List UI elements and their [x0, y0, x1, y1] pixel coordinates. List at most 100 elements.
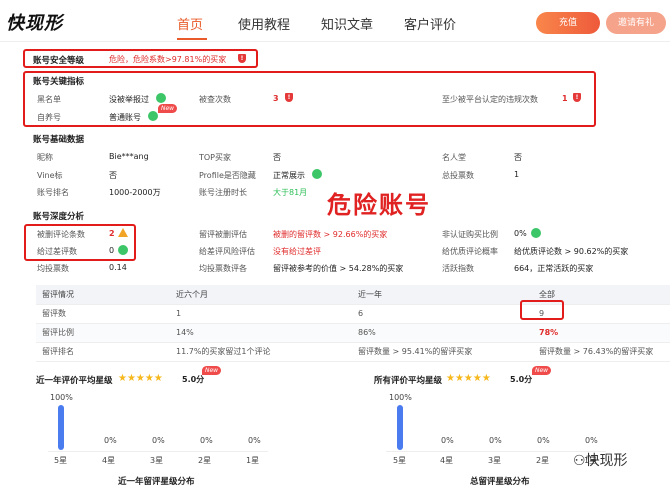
- nickname-label: 昵称: [37, 153, 53, 162]
- registration-label: 账号注册时长: [199, 188, 247, 197]
- bar-pct: 0%: [152, 436, 165, 445]
- table-cell: 78%: [533, 323, 670, 343]
- bar-label: 3星: [488, 456, 502, 465]
- vine-label: Vine标: [37, 171, 63, 180]
- warning-icon: [118, 228, 128, 237]
- profile-hidden-value: 正常展示: [273, 171, 305, 180]
- bar-pct: 0%: [489, 436, 502, 445]
- wechat-icon: ⚇: [573, 453, 586, 469]
- bar-pct: 0%: [104, 436, 117, 445]
- top-buyer-value: 否: [273, 153, 281, 162]
- logo[interactable]: 快现形: [6, 9, 63, 35]
- ok-icon: [156, 93, 166, 103]
- bar-label: 1星: [246, 456, 260, 465]
- table-cell: 1: [170, 304, 352, 324]
- self-raised-value: 普通账号: [109, 113, 141, 122]
- table-cell: 14%: [170, 323, 352, 343]
- table-row: 留评数 1 6 9: [36, 304, 670, 324]
- star-rating-icon: ★★★★★: [446, 373, 491, 384]
- bar-label: 2星: [198, 456, 212, 465]
- bad-risk-label: 给差评风险评估: [199, 247, 255, 256]
- unverified-value: 0%: [514, 229, 527, 238]
- table-cell: 留评数量 > 95.41%的留评买家: [352, 342, 533, 362]
- rating-year-title: 近一年评价平均星级: [36, 376, 113, 386]
- rating-year-footer: 近一年留评星级分布: [118, 477, 195, 487]
- nav-articles[interactable]: 知识文章: [321, 14, 373, 33]
- bar-pct: 0%: [441, 436, 454, 445]
- key-indicators-title: 账号关键指标: [33, 77, 85, 87]
- axis-line: [48, 451, 268, 452]
- shield-icon: !: [285, 93, 293, 102]
- table-header-cell: 近六个月: [170, 285, 352, 305]
- bar-pct: 0%: [248, 436, 261, 445]
- recharge-button[interactable]: 充值: [536, 12, 600, 34]
- security-value: 危险，危险系数>97.81%的买家: [109, 55, 227, 64]
- avg-votes-eval-value: 留评被参考的价值 > 54.28%的买家: [273, 264, 404, 273]
- bar-5star: [397, 405, 403, 450]
- bar-label: 5星: [54, 456, 68, 465]
- bar-pct: 0%: [537, 436, 550, 445]
- hall-of-fame-label: 名人堂: [442, 153, 466, 162]
- bad-reviews-label: 给过差评数: [37, 247, 77, 256]
- unverified-label: 非认证购买比例: [442, 230, 498, 239]
- watermark-text: 快现形: [585, 453, 628, 469]
- security-label: 账号安全等级: [33, 56, 85, 66]
- top-header: 快现形 首页 使用教程 知识文章 客户评价 充值 邀请有礼: [0, 0, 670, 42]
- self-raised-label: 自养号: [37, 113, 61, 122]
- nickname-value: Bie***ang: [109, 152, 149, 161]
- bar-label: 2星: [536, 456, 550, 465]
- ok-icon: [531, 228, 541, 238]
- table-cell: 11.7%的买家留过1个评论: [170, 342, 352, 362]
- bar-5star: [58, 405, 64, 450]
- active-index-label: 活跃指数: [442, 264, 474, 273]
- table-cell: 留评数: [36, 304, 170, 324]
- nav-active-indicator: [177, 38, 207, 40]
- deleted-eval-label: 留评被删评估: [199, 230, 247, 239]
- bar-pct: 0%: [585, 436, 598, 445]
- account-rank-value: 1000-2000万: [109, 188, 161, 197]
- deleted-reviews-label: 被删评论条数: [37, 230, 85, 239]
- ok-icon: [148, 111, 158, 121]
- new-badge: New: [532, 366, 552, 375]
- rating-year-score: 5.0分: [182, 375, 205, 384]
- danger-account-banner: 危险账号: [327, 191, 431, 219]
- ok-icon: [118, 245, 128, 255]
- table-cell: 留评排名: [36, 342, 170, 362]
- basic-data-title: 账号基础数据: [33, 135, 85, 145]
- nav-reviews[interactable]: 客户评价: [404, 14, 456, 33]
- bar-label: 4星: [440, 456, 454, 465]
- good-rate-label: 给优质评论概率: [442, 247, 498, 256]
- table-cell: 86%: [352, 323, 533, 343]
- table-header-row: 留评情况 近六个月 近一年 全部: [36, 285, 670, 305]
- registration-value: 大于81月: [273, 188, 308, 197]
- table-cell: 留评数量 > 76.43%的留评买家: [533, 342, 670, 362]
- total-votes-label: 总投票数: [442, 171, 474, 180]
- bad-reviews-value: 0: [109, 246, 115, 255]
- bar-top-pct: 100%: [50, 393, 73, 402]
- rating-all-score: 5.0分: [510, 375, 533, 384]
- table-cell: 6: [352, 304, 533, 324]
- avg-votes-value: 0.14: [109, 263, 127, 272]
- bar-pct: 0%: [200, 436, 213, 445]
- avg-votes-label: 均投票数: [37, 264, 69, 273]
- shield-icon: !: [573, 93, 581, 102]
- new-badge: New: [202, 366, 222, 375]
- nav-tutorial[interactable]: 使用教程: [238, 14, 290, 33]
- invite-button[interactable]: 邀请有礼: [606, 12, 666, 34]
- profile-hidden-label: Profile是否隐藏: [199, 171, 256, 180]
- table-row: 留评比例 14% 86% 78%: [36, 323, 670, 343]
- rating-all-title: 所有评价平均星级: [374, 376, 443, 386]
- total-reviews-highlight-box: [520, 300, 564, 320]
- deleted-reviews-value: 2: [109, 229, 115, 238]
- nav-home[interactable]: 首页: [177, 14, 203, 33]
- review-stats-table: 留评情况 近六个月 近一年 全部 留评数 1 6 9 留评比例 14% 86% …: [36, 285, 670, 362]
- bar-label: 4星: [102, 456, 116, 465]
- shield-icon: !: [238, 54, 246, 63]
- account-rank-label: 账号排名: [37, 188, 69, 197]
- reported-label: 被查次数: [199, 95, 231, 104]
- top-buyer-label: TOP买家: [199, 153, 232, 162]
- new-badge: New: [158, 104, 178, 113]
- bar-label: 3星: [150, 456, 164, 465]
- vine-value: 否: [109, 171, 117, 180]
- star-rating-icon: ★★★★★: [118, 373, 163, 384]
